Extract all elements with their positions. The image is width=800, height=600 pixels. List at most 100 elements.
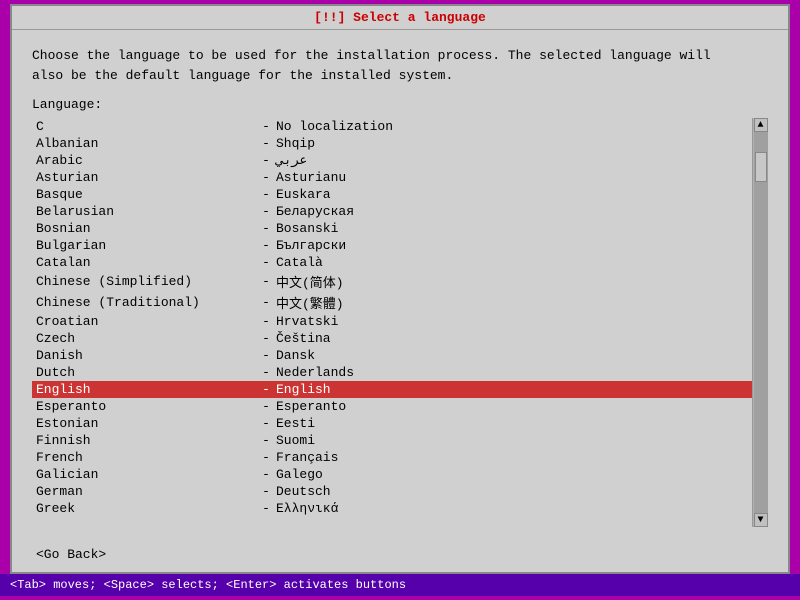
go-back-button[interactable]: <Go Back> (32, 545, 110, 564)
lang-native: Čeština (276, 331, 331, 346)
description: Choose the language to be used for the i… (32, 46, 768, 85)
lang-name: Dutch (36, 365, 256, 380)
lang-name: Catalan (36, 255, 256, 270)
lang-dash: - (256, 119, 276, 134)
language-item[interactable]: Bosnian-Bosanski (32, 220, 752, 237)
language-item[interactable]: Belarusian-Беларуская (32, 203, 752, 220)
lang-dash: - (256, 295, 276, 310)
lang-native: 中文(繁體) (276, 293, 344, 312)
lang-native: Bosanski (276, 221, 338, 236)
lang-dash: - (256, 274, 276, 289)
language-item[interactable]: Chinese (Simplified)-中文(简体) (32, 271, 752, 292)
lang-name: Bosnian (36, 221, 256, 236)
language-item[interactable]: Danish-Dansk (32, 347, 752, 364)
lang-native: Български (276, 238, 346, 253)
lang-name: Belarusian (36, 204, 256, 219)
lang-name: Arabic (36, 153, 256, 168)
scroll-track (754, 132, 768, 513)
lang-dash: - (256, 382, 276, 397)
lang-native: Suomi (276, 433, 315, 448)
lang-dash: - (256, 238, 276, 253)
lang-name: German (36, 484, 256, 499)
lang-native: Беларуская (276, 204, 354, 219)
lang-native: No localization (276, 119, 393, 134)
language-item[interactable]: Galician-Galego (32, 466, 752, 483)
language-item[interactable]: Chinese (Traditional)-中文(繁體) (32, 292, 752, 313)
language-list-container: C-No localizationAlbanian-ShqipArabic-عر… (32, 118, 768, 527)
lang-dash: - (256, 467, 276, 482)
lang-native: Galego (276, 467, 323, 482)
language-item[interactable]: French-Français (32, 449, 752, 466)
buttons-area: <Go Back> (12, 537, 788, 572)
lang-name: Croatian (36, 314, 256, 329)
language-item[interactable]: Greek-Ελληνικά (32, 500, 752, 517)
lang-native: Esperanto (276, 399, 346, 414)
lang-name: Esperanto (36, 399, 256, 414)
language-item[interactable]: C-No localization (32, 118, 752, 135)
lang-name: Bulgarian (36, 238, 256, 253)
lang-name: Basque (36, 187, 256, 202)
scroll-thumb[interactable] (755, 152, 767, 182)
lang-dash: - (256, 416, 276, 431)
lang-native: Euskara (276, 187, 331, 202)
lang-native: Français (276, 450, 338, 465)
lang-name: Estonian (36, 416, 256, 431)
lang-native: English (276, 382, 331, 397)
title-text: [!!] Select a language (314, 10, 486, 25)
lang-name: Greek (36, 501, 256, 516)
language-item[interactable]: Esperanto-Esperanto (32, 398, 752, 415)
content-area: Choose the language to be used for the i… (12, 30, 788, 537)
lang-name: Chinese (Traditional) (36, 295, 256, 310)
lang-native: Català (276, 255, 323, 270)
lang-name: English (36, 382, 256, 397)
lang-name: Albanian (36, 136, 256, 151)
language-item[interactable]: Dutch-Nederlands (32, 364, 752, 381)
lang-dash: - (256, 433, 276, 448)
language-item[interactable]: Estonian-Eesti (32, 415, 752, 432)
lang-name: Asturian (36, 170, 256, 185)
description-line2: also be the default language for the ins… (32, 66, 768, 86)
language-item[interactable]: Finnish-Suomi (32, 432, 752, 449)
lang-name: Galician (36, 467, 256, 482)
language-item[interactable]: English-English (32, 381, 752, 398)
scrollbar[interactable]: ▲ ▼ (752, 118, 768, 527)
lang-dash: - (256, 136, 276, 151)
lang-dash: - (256, 170, 276, 185)
language-label: Language: (32, 97, 768, 112)
lang-native: Nederlands (276, 365, 354, 380)
lang-name: Chinese (Simplified) (36, 274, 256, 289)
lang-native: Asturianu (276, 170, 346, 185)
lang-native: Deutsch (276, 484, 331, 499)
lang-dash: - (256, 399, 276, 414)
language-item[interactable]: Arabic-عربي (32, 152, 752, 169)
lang-dash: - (256, 153, 276, 168)
language-item[interactable]: Czech-Čeština (32, 330, 752, 347)
lang-dash: - (256, 331, 276, 346)
lang-native: Ελληνικά (276, 501, 338, 516)
lang-native: 中文(简体) (276, 272, 344, 291)
scroll-up-arrow[interactable]: ▲ (754, 118, 768, 132)
title-bar: [!!] Select a language (12, 6, 788, 30)
lang-dash: - (256, 255, 276, 270)
lang-dash: - (256, 501, 276, 516)
language-item[interactable]: Catalan-Català (32, 254, 752, 271)
lang-dash: - (256, 450, 276, 465)
lang-native: Eesti (276, 416, 315, 431)
language-item[interactable]: German-Deutsch (32, 483, 752, 500)
lang-native: Hrvatski (276, 314, 338, 329)
lang-native: Shqip (276, 136, 315, 151)
language-item[interactable]: Albanian-Shqip (32, 135, 752, 152)
description-line1: Choose the language to be used for the i… (32, 46, 768, 66)
language-item[interactable]: Croatian-Hrvatski (32, 313, 752, 330)
language-list[interactable]: C-No localizationAlbanian-ShqipArabic-عر… (32, 118, 752, 527)
lang-dash: - (256, 484, 276, 499)
lang-dash: - (256, 187, 276, 202)
lang-name: French (36, 450, 256, 465)
lang-dash: - (256, 314, 276, 329)
scroll-down-arrow[interactable]: ▼ (754, 513, 768, 527)
language-item[interactable]: Bulgarian-Български (32, 237, 752, 254)
lang-dash: - (256, 221, 276, 236)
language-item[interactable]: Basque-Euskara (32, 186, 752, 203)
main-window: [!!] Select a language Choose the langua… (10, 4, 790, 574)
language-item[interactable]: Asturian-Asturianu (32, 169, 752, 186)
